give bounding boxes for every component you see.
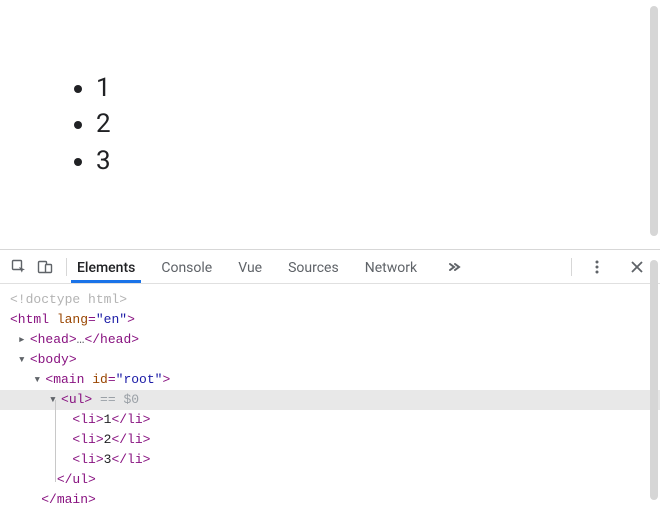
page-viewport: 1 2 3 — [0, 0, 660, 249]
tab-console[interactable]: Console — [161, 252, 212, 282]
dom-line-main[interactable]: ▾<main id="root"> — [10, 370, 660, 390]
toolbar-divider — [66, 258, 67, 276]
tab-sources[interactable]: Sources — [288, 252, 339, 282]
devtools-scrollbar[interactable] — [650, 260, 658, 500]
dom-line-html[interactable]: <html lang="en"> — [10, 310, 660, 330]
list-item: 3 — [96, 143, 646, 179]
tab-elements[interactable]: Elements — [77, 252, 135, 282]
dom-line-ul-selected[interactable]: ⋯ ▾<ul> == $0 — [0, 390, 660, 410]
devtools-toolbar: Elements Console Vue Sources Network — [0, 250, 660, 284]
dom-tree[interactable]: <!doctype html> <html lang="en"> ▸<head>… — [0, 284, 660, 510]
dom-line-li3[interactable]: <li>3</li> — [10, 450, 660, 470]
dom-line-li2[interactable]: <li>2</li> — [10, 430, 660, 450]
list-item: 2 — [96, 106, 646, 142]
viewport-scrollbar[interactable] — [650, 6, 658, 236]
devtools-panel: Elements Console Vue Sources Network <!d… — [0, 249, 660, 510]
inspect-icon[interactable] — [8, 256, 30, 278]
toolbar-divider — [571, 258, 572, 276]
more-tabs-icon[interactable] — [443, 256, 465, 278]
tab-vue[interactable]: Vue — [238, 252, 262, 282]
rendered-list: 1 2 3 — [0, 0, 646, 179]
dom-line-head[interactable]: ▸<head>…</head> — [10, 330, 660, 350]
dom-line-doctype[interactable]: <!doctype html> — [10, 290, 660, 310]
close-icon[interactable] — [626, 256, 648, 278]
dom-line-main-close[interactable]: </main> — [10, 490, 660, 510]
device-toggle-icon[interactable] — [34, 256, 56, 278]
devtools-tabs: Elements Console Vue Sources Network — [77, 252, 417, 282]
selected-marker: == $0 — [92, 392, 139, 407]
dom-line-ul-close[interactable]: </ul> — [10, 470, 660, 490]
kebab-icon[interactable] — [586, 256, 608, 278]
dom-line-li1[interactable]: <li>1</li> — [10, 410, 660, 430]
tab-network[interactable]: Network — [365, 252, 417, 282]
list-item: 1 — [96, 70, 646, 106]
dom-line-body[interactable]: ▾<body> — [10, 350, 660, 370]
tree-guide-line — [55, 400, 56, 482]
